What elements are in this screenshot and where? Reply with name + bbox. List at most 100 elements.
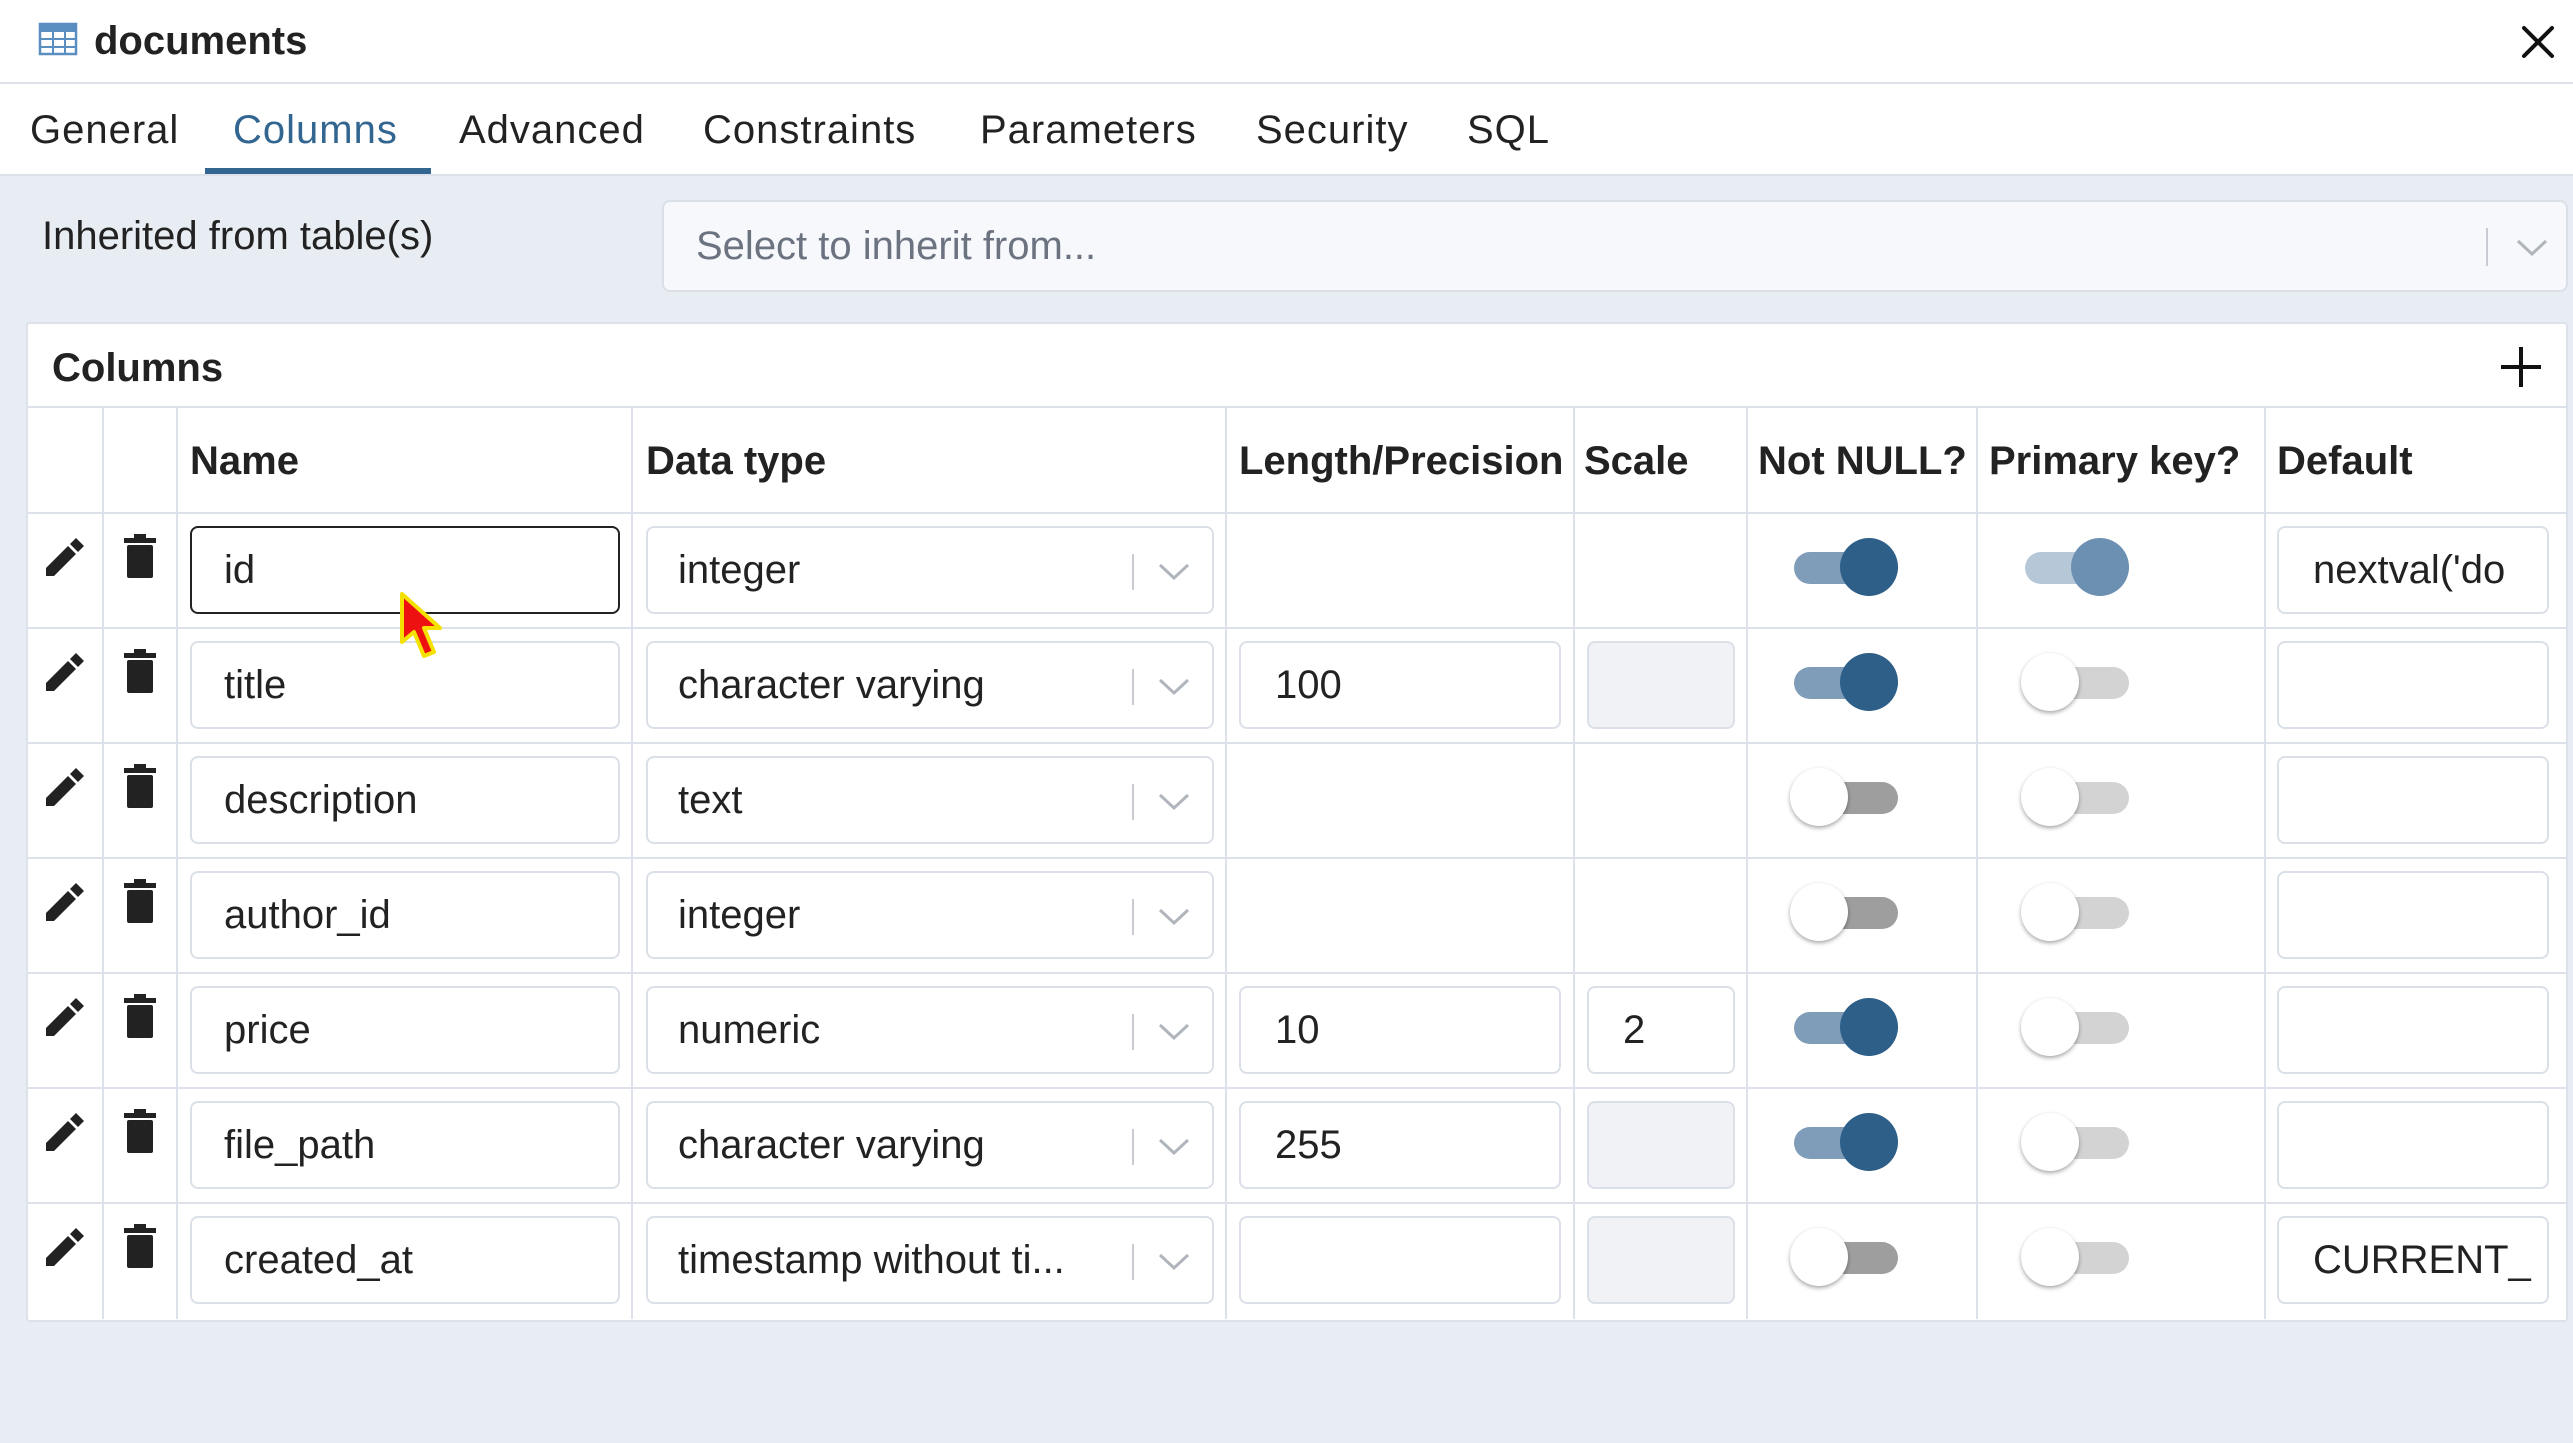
scale-input[interactable] bbox=[1587, 1216, 1735, 1304]
tab-parameters[interactable]: Parameters bbox=[980, 84, 1197, 176]
default-input[interactable]: nextval('do bbox=[2277, 526, 2549, 614]
toggle-knob bbox=[2021, 998, 2079, 1056]
data-type-value: integer bbox=[678, 893, 801, 937]
chevron-down-icon[interactable] bbox=[1156, 1131, 1192, 1161]
data-type-value: character varying bbox=[678, 663, 985, 707]
toggle-knob bbox=[1790, 1228, 1848, 1286]
data-type-select[interactable]: text bbox=[646, 756, 1214, 844]
length-input[interactable] bbox=[1239, 1216, 1561, 1304]
not-null-toggle[interactable] bbox=[1790, 994, 1900, 1058]
default-input[interactable] bbox=[2277, 756, 2549, 844]
toggle-knob bbox=[1840, 538, 1898, 596]
edit-pencil-icon[interactable] bbox=[40, 1109, 86, 1155]
column-name-input[interactable]: description bbox=[190, 756, 620, 844]
column-name-input[interactable]: file_path bbox=[190, 1101, 620, 1189]
not-null-toggle[interactable] bbox=[1790, 764, 1900, 828]
not-null-toggle[interactable] bbox=[1790, 879, 1900, 943]
default-input[interactable] bbox=[2277, 986, 2549, 1074]
tab-constraints[interactable]: Constraints bbox=[703, 84, 916, 176]
columns-panel: Columns Name Data type Length/Precision … bbox=[26, 322, 2568, 1322]
select-separator bbox=[1132, 669, 1134, 705]
inherit-placeholder: Select to inherit from... bbox=[696, 224, 1097, 268]
table-row: price numeric 10 2 bbox=[28, 974, 2568, 1089]
tab-columns[interactable]: Columns bbox=[233, 84, 398, 176]
data-type-select[interactable]: integer bbox=[646, 526, 1214, 614]
select-separator bbox=[1132, 1244, 1134, 1280]
primary-key-toggle[interactable] bbox=[2021, 879, 2131, 943]
plus-icon[interactable] bbox=[2498, 344, 2544, 390]
tab-sql[interactable]: SQL bbox=[1467, 84, 1550, 176]
primary-key-toggle[interactable] bbox=[2021, 1224, 2131, 1288]
tab-general[interactable]: General bbox=[30, 84, 179, 176]
inherit-select[interactable]: Select to inherit from... bbox=[662, 200, 2568, 292]
data-type-select[interactable]: numeric bbox=[646, 986, 1214, 1074]
toggle-knob bbox=[2021, 1228, 2079, 1286]
primary-key-toggle[interactable] bbox=[2021, 764, 2131, 828]
not-null-toggle[interactable] bbox=[1790, 1109, 1900, 1173]
tab-advanced[interactable]: Advanced bbox=[459, 84, 645, 176]
chevron-down-icon[interactable] bbox=[1156, 1016, 1192, 1046]
edit-pencil-icon[interactable] bbox=[40, 649, 86, 695]
scale-input[interactable] bbox=[1587, 641, 1735, 729]
trash-icon[interactable] bbox=[120, 532, 160, 580]
scale-input[interactable]: 2 bbox=[1587, 986, 1735, 1074]
not-null-toggle[interactable] bbox=[1790, 534, 1900, 598]
edit-pencil-icon[interactable] bbox=[40, 534, 86, 580]
data-type-value: text bbox=[678, 778, 743, 822]
trash-icon[interactable] bbox=[120, 1222, 160, 1270]
data-type-select[interactable]: character varying bbox=[646, 641, 1214, 729]
data-type-select[interactable]: timestamp without ti... bbox=[646, 1216, 1214, 1304]
column-name-input[interactable]: author_id bbox=[190, 871, 620, 959]
edit-pencil-icon[interactable] bbox=[40, 764, 86, 810]
length-input[interactable]: 10 bbox=[1239, 986, 1561, 1074]
trash-icon[interactable] bbox=[120, 877, 160, 925]
tab-security[interactable]: Security bbox=[1256, 84, 1409, 176]
trash-icon[interactable] bbox=[120, 762, 160, 810]
chevron-down-icon[interactable] bbox=[1156, 671, 1192, 701]
chevron-down-icon[interactable] bbox=[1156, 556, 1192, 586]
header-default: Default bbox=[2277, 439, 2413, 483]
data-type-value: character varying bbox=[678, 1123, 985, 1167]
toggle-knob bbox=[1790, 883, 1848, 941]
scale-input[interactable] bbox=[1587, 1101, 1735, 1189]
chevron-down-icon[interactable] bbox=[2514, 232, 2550, 262]
data-type-select[interactable]: character varying bbox=[646, 1101, 1214, 1189]
edit-pencil-icon[interactable] bbox=[40, 1224, 86, 1270]
toggle-knob bbox=[1790, 768, 1848, 826]
edit-pencil-icon[interactable] bbox=[40, 994, 86, 1040]
chevron-down-icon[interactable] bbox=[1156, 1246, 1192, 1276]
table-row: author_id integer bbox=[28, 859, 2568, 974]
default-input[interactable] bbox=[2277, 641, 2549, 729]
trash-icon[interactable] bbox=[120, 647, 160, 695]
default-input[interactable] bbox=[2277, 871, 2549, 959]
edit-pencil-icon[interactable] bbox=[40, 879, 86, 925]
trash-icon[interactable] bbox=[120, 992, 160, 1040]
close-icon[interactable] bbox=[2518, 22, 2558, 62]
data-type-select[interactable]: integer bbox=[646, 871, 1214, 959]
not-null-toggle[interactable] bbox=[1790, 1224, 1900, 1288]
column-name-input[interactable]: price bbox=[190, 986, 620, 1074]
toggle-knob bbox=[2021, 653, 2079, 711]
column-name-input[interactable]: created_at bbox=[190, 1216, 620, 1304]
chevron-down-icon[interactable] bbox=[1156, 786, 1192, 816]
header-name: Name bbox=[190, 439, 299, 483]
primary-key-toggle[interactable] bbox=[2021, 649, 2131, 713]
default-input[interactable]: CURRENT_ bbox=[2277, 1216, 2549, 1304]
header-scale: Scale bbox=[1584, 439, 1689, 483]
header-length: Length/Precision bbox=[1239, 439, 1564, 483]
toggle-knob bbox=[2021, 883, 2079, 941]
toggle-knob bbox=[1840, 998, 1898, 1056]
primary-key-toggle[interactable] bbox=[2021, 994, 2131, 1058]
toggle-knob bbox=[2021, 768, 2079, 826]
columns-panel-title: Columns bbox=[52, 346, 224, 390]
length-input[interactable]: 255 bbox=[1239, 1101, 1561, 1189]
length-input[interactable]: 100 bbox=[1239, 641, 1561, 729]
primary-key-toggle[interactable] bbox=[2021, 534, 2131, 598]
not-null-toggle[interactable] bbox=[1790, 649, 1900, 713]
trash-icon[interactable] bbox=[120, 1107, 160, 1155]
select-separator bbox=[2486, 228, 2488, 266]
primary-key-toggle[interactable] bbox=[2021, 1109, 2131, 1173]
default-input[interactable] bbox=[2277, 1101, 2549, 1189]
mouse-cursor-icon bbox=[400, 592, 442, 658]
chevron-down-icon[interactable] bbox=[1156, 901, 1192, 931]
